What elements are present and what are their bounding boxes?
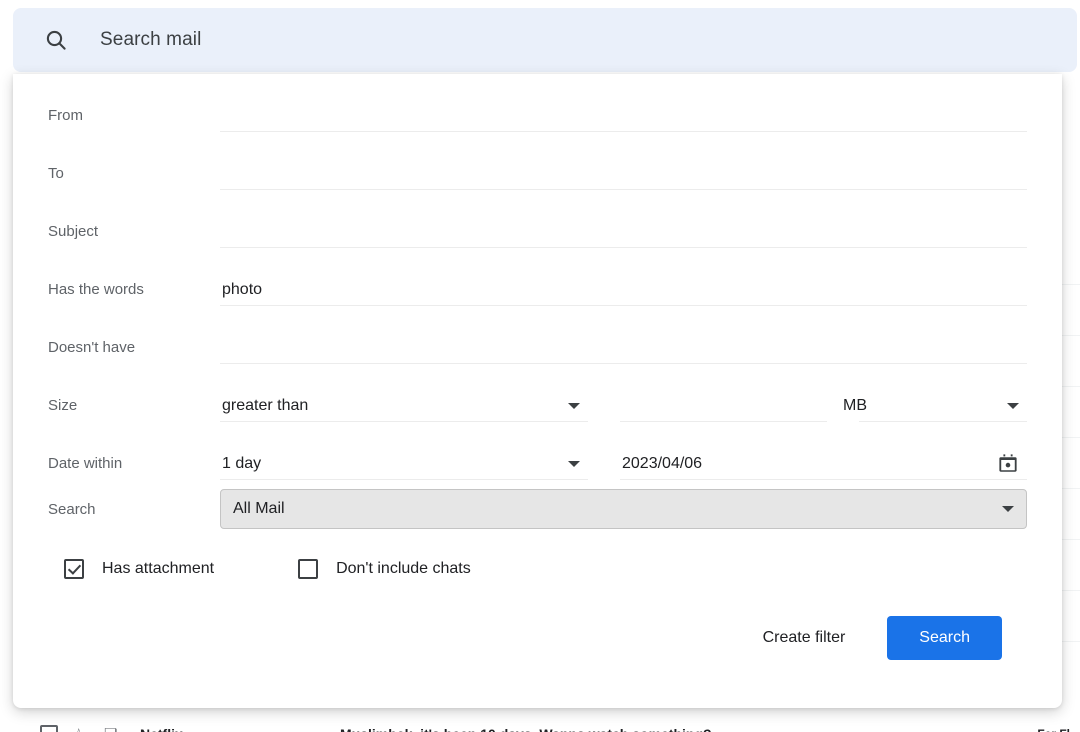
has-the-words-value: photo <box>222 281 263 298</box>
to-input[interactable] <box>220 156 1027 190</box>
chevron-down-icon <box>1007 403 1019 409</box>
important-icon[interactable]: ❏ <box>104 727 122 732</box>
field-row-has-the-words: Has the words photo <box>48 248 1027 306</box>
size-amount-input[interactable] <box>620 388 827 422</box>
field-label-to: To <box>48 165 64 182</box>
field-row-to: To <box>48 132 1027 190</box>
has-attachment-label[interactable]: Has attachment <box>102 560 214 578</box>
field-label-date-within: Date within <box>48 455 123 472</box>
field-row-search-in: Search All Mail <box>48 480 1027 538</box>
calendar-icon[interactable] <box>997 453 1019 475</box>
row-checkbox[interactable] <box>40 725 58 732</box>
has-the-words-input[interactable]: photo <box>220 272 1027 306</box>
date-input[interactable]: 2023/04/06 <box>620 446 1027 480</box>
search-in-value: All Mail <box>233 500 285 517</box>
create-filter-button[interactable]: Create filter <box>749 619 860 657</box>
size-unit-select[interactable]: MB <box>843 388 1027 422</box>
size-unit-value: MB <box>843 397 867 414</box>
search-in-select[interactable]: All Mail <box>220 489 1027 529</box>
advanced-search-dialog: From To Subject Has the words photo Does… <box>13 74 1062 708</box>
field-row-doesnt-have: Doesn't have <box>48 306 1027 364</box>
search-input-placeholder[interactable]: Search mail <box>100 29 201 51</box>
date-within-value: 1 day <box>222 455 262 472</box>
chevron-down-icon <box>1002 506 1014 512</box>
search-bar[interactable]: Search mail <box>13 8 1077 72</box>
dialog-fields: From To Subject Has the words photo Does… <box>13 74 1062 676</box>
list-item[interactable]: ☆ ❏ Netflix Muslimbek, it's been 10 days… <box>40 714 1080 732</box>
star-icon[interactable]: ☆ <box>72 727 90 732</box>
date-within-select[interactable]: 1 day <box>220 446 588 480</box>
field-row-date-within: Date within 1 day 2023/04/06 <box>48 422 1027 480</box>
dont-include-chats-checkbox[interactable] <box>298 559 319 579</box>
field-row-subject: Subject <box>48 190 1027 248</box>
dont-include-chats-label[interactable]: Don't include chats <box>336 560 471 578</box>
size-operator-value: greater than <box>222 397 309 414</box>
gmail-search-screen: ☆ ❏ th ☆ ❏ ef ☆ ❏ ac ☆ ❏ HO <box>0 0 1080 732</box>
field-label-doesnt-have: Doesn't have <box>48 339 136 356</box>
field-label-subject: Subject <box>48 223 99 240</box>
list-item-date: Fer Fl <box>1010 727 1080 732</box>
date-value: 2023/04/06 <box>622 455 703 472</box>
dialog-actions: Create filter Search <box>48 600 1027 676</box>
chevron-down-icon <box>568 403 580 409</box>
checkbox-row: Has attachment Don't include chats <box>48 538 1027 600</box>
doesnt-have-input[interactable] <box>220 330 1027 364</box>
chevron-down-icon <box>568 461 580 467</box>
size-operator-select[interactable]: greater than <box>220 388 588 422</box>
field-row-size: Size greater than MB <box>48 364 1027 422</box>
list-item-sender: Netflix <box>140 726 340 732</box>
search-icon <box>43 27 69 53</box>
search-button[interactable]: Search <box>887 616 1002 660</box>
field-row-from: From <box>48 74 1027 132</box>
has-attachment-checkbox[interactable] <box>64 559 84 579</box>
field-label-from: From <box>48 107 83 124</box>
subject-input[interactable] <box>220 214 1027 248</box>
list-item-subject: Muslimbek, it's been 10 days. Wanna watc… <box>340 726 1010 732</box>
field-label-size: Size <box>48 397 78 414</box>
from-input[interactable] <box>220 98 1027 132</box>
field-label-has-the-words: Has the words <box>48 281 144 298</box>
field-label-search-in: Search <box>48 500 96 518</box>
